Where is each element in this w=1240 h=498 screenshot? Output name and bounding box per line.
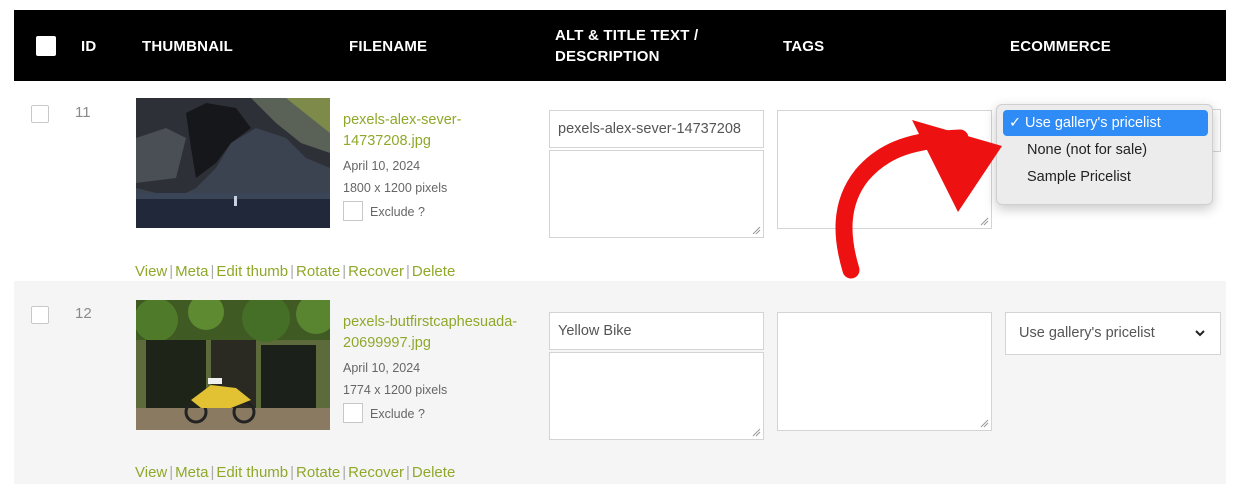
- exclude-label: Exclude ?: [370, 205, 425, 219]
- filename-line2: 14737208.jpg: [343, 133, 431, 149]
- action-separator: |: [342, 464, 347, 481]
- table-row: 12 pexels-butfirstcaphesuada- 20699997.j…: [14, 281, 1226, 484]
- header-ecommerce: ECOMMERCE: [1010, 38, 1111, 55]
- meta-link[interactable]: Meta: [175, 464, 208, 481]
- action-separator: |: [290, 263, 295, 280]
- filename-link[interactable]: pexels-butfirstcaphesuada- 20699997.jpg: [343, 312, 543, 354]
- upload-date: April 10, 2024: [343, 361, 421, 375]
- image-dimensions: 1774 x 1200 pixels: [343, 383, 448, 397]
- table-footer-gap: [14, 484, 1226, 498]
- action-separator: |: [210, 464, 215, 481]
- thumbnail-bike-photo: [136, 300, 330, 430]
- exclude-checkbox[interactable]: [343, 201, 363, 221]
- action-separator: |: [406, 464, 410, 481]
- edit-thumb-link[interactable]: Edit thumb: [216, 263, 288, 280]
- resize-grip-icon[interactable]: [751, 427, 761, 437]
- option-label: Use gallery's pricelist: [1025, 115, 1161, 131]
- exclude-checkbox[interactable]: [343, 403, 363, 423]
- header-alt-title-line1[interactable]: ALT & TITLE TEXT /: [555, 27, 698, 44]
- header-filename[interactable]: FILENAME: [349, 38, 427, 55]
- header-id[interactable]: ID: [81, 38, 96, 55]
- action-separator: |: [210, 263, 215, 280]
- row-checkbox[interactable]: [31, 105, 49, 123]
- image-dimensions: 1800 x 1200 pixels: [343, 181, 448, 195]
- tags-textarea[interactable]: [777, 110, 992, 229]
- row-actions: View | Meta | Edit thumb | Rotate | Recover | Dele…: [135, 464, 455, 481]
- row-actions: View | Meta | Edit thumb | Rotate | Recover | Dele…: [135, 263, 455, 280]
- tags-textarea[interactable]: [777, 312, 992, 431]
- action-separator: |: [169, 263, 174, 280]
- thumbnail-image[interactable]: [136, 98, 330, 228]
- pricelist-selected-value: Use gallery's pricelist: [1019, 325, 1155, 341]
- pricelist-option-gallery[interactable]: ✓ Use gallery's pricelist: [1003, 110, 1208, 136]
- filename-line1: pexels-butfirstcaphesuada-: [343, 314, 518, 330]
- pricelist-option-none[interactable]: None (not for sale): [1003, 137, 1208, 163]
- delete-link[interactable]: Delete: [412, 464, 455, 481]
- checkmark-icon: ✓: [1009, 115, 1022, 131]
- select-all-checkbox[interactable]: [36, 36, 56, 56]
- header-thumbnail: THUMBNAIL: [142, 38, 233, 55]
- description-textarea[interactable]: [549, 150, 764, 238]
- alt-title-input[interactable]: Yellow Bike: [549, 312, 764, 350]
- filename-line1: pexels-alex-sever-: [343, 112, 462, 128]
- exclude-label: Exclude ?: [370, 407, 425, 421]
- resize-grip-icon[interactable]: [979, 418, 989, 428]
- pricelist-option-sample[interactable]: Sample Pricelist: [1003, 164, 1208, 190]
- thumbnail-cave-photo: [136, 98, 330, 228]
- table-header: ID THUMBNAIL FILENAME ALT & TITLE TEXT /…: [14, 10, 1226, 81]
- resize-grip-icon[interactable]: [751, 225, 761, 235]
- action-separator: |: [406, 263, 410, 280]
- delete-link[interactable]: Delete: [412, 263, 455, 280]
- upload-date: April 10, 2024: [343, 159, 421, 173]
- recover-link[interactable]: Recover: [348, 263, 404, 280]
- header-alt-title-line2[interactable]: DESCRIPTION: [555, 48, 660, 65]
- filename-line2: 20699997.jpg: [343, 335, 431, 351]
- rotate-link[interactable]: Rotate: [296, 464, 340, 481]
- filename-link[interactable]: pexels-alex-sever- 14737208.jpg: [343, 110, 543, 152]
- row-checkbox[interactable]: [31, 306, 49, 324]
- description-textarea[interactable]: [549, 352, 764, 440]
- row-id: 11: [75, 104, 91, 121]
- recover-link[interactable]: Recover: [348, 464, 404, 481]
- action-separator: |: [342, 263, 347, 280]
- action-separator: |: [290, 464, 295, 481]
- thumbnail-image[interactable]: [136, 300, 330, 430]
- action-separator: |: [169, 464, 174, 481]
- resize-grip-icon[interactable]: [979, 216, 989, 226]
- pricelist-dropdown-menu: ✓ Use gallery's pricelist None (not for s…: [996, 104, 1213, 205]
- pricelist-select[interactable]: Use gallery's pricelist: [1005, 312, 1221, 355]
- edit-thumb-link[interactable]: Edit thumb: [216, 464, 288, 481]
- header-tags: TAGS: [783, 38, 825, 55]
- rotate-link[interactable]: Rotate: [296, 263, 340, 280]
- row-id: 12: [75, 305, 92, 322]
- view-link[interactable]: View: [135, 464, 167, 481]
- alt-title-input[interactable]: pexels-alex-sever-14737208: [549, 110, 764, 148]
- meta-link[interactable]: Meta: [175, 263, 208, 280]
- chevron-down-icon: [1195, 330, 1205, 337]
- view-link[interactable]: View: [135, 263, 167, 280]
- gallery-images-table: ID THUMBNAIL FILENAME ALT & TITLE TEXT /…: [14, 10, 1226, 498]
